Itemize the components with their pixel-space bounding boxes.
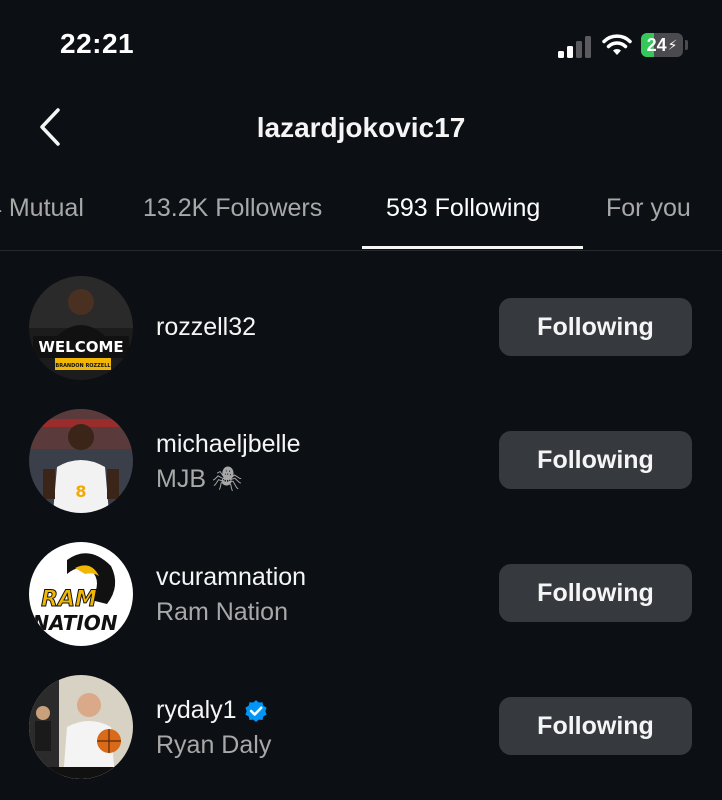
list-item[interactable]: 8 michaeljbelle MJB 🕷 Following bbox=[0, 383, 722, 516]
battery-cap bbox=[685, 40, 688, 50]
following-button[interactable]: Following bbox=[499, 697, 692, 755]
following-button[interactable]: Following bbox=[499, 431, 692, 489]
list-item[interactable]: rydaly1 Ryan Daly Following bbox=[0, 649, 722, 782]
following-button[interactable]: Following bbox=[499, 564, 692, 622]
following-button[interactable]: Following bbox=[499, 298, 692, 356]
avatar-text-ram: RAM bbox=[41, 587, 97, 612]
page-title: lazardjokovic17 bbox=[256, 112, 466, 143]
avatar[interactable] bbox=[29, 675, 133, 779]
avatar-text-nation: NATION bbox=[32, 611, 117, 635]
avatar[interactable]: RAM NATION bbox=[29, 542, 133, 646]
verified-badge-icon bbox=[244, 699, 267, 722]
username[interactable]: michaeljbelle bbox=[156, 430, 301, 459]
username[interactable]: rozzell32 bbox=[156, 313, 256, 342]
display-name-text: MJB bbox=[156, 465, 206, 493]
username[interactable]: rydaly1 bbox=[156, 696, 269, 725]
wifi-icon bbox=[602, 34, 632, 55]
spider-icon: 🕷 bbox=[212, 466, 243, 493]
avatar-text-name: BRANDON ROZZELL bbox=[55, 363, 111, 369]
following-list: WELCOME BRANDON ROZZELL rozzell32 Follow… bbox=[0, 250, 722, 782]
display-name: MJB 🕷 bbox=[156, 465, 242, 494]
display-name: Ryan Daly bbox=[156, 731, 272, 759]
avatar[interactable]: 8 bbox=[29, 409, 133, 513]
username[interactable]: vcuramnation bbox=[156, 563, 306, 592]
tab-followers[interactable]: 13.2K Followers bbox=[143, 194, 322, 223]
tab-for-you[interactable]: For you bbox=[606, 194, 691, 223]
list-item[interactable]: RAM NATION vcuramnation Ram Nation Follo… bbox=[0, 516, 722, 649]
tab-bar: 4 Mutual 13.2K Followers 593 Following F… bbox=[0, 170, 722, 251]
header: lazardjokovic17 bbox=[0, 90, 722, 170]
screen: 22:21 24 ⚡ lazardjokovic17 4 Mutua bbox=[0, 0, 722, 800]
list-item[interactable]: WELCOME BRANDON ROZZELL rozzell32 Follow… bbox=[0, 250, 722, 383]
status-bar: 22:21 24 ⚡ bbox=[0, 0, 722, 90]
battery-level: 24 bbox=[646, 34, 667, 55]
tab-mutual[interactable]: 4 Mutual bbox=[0, 194, 84, 223]
display-name: Ram Nation bbox=[156, 598, 288, 626]
battery-icon: 24 ⚡ bbox=[641, 33, 683, 57]
avatar-text-welcome: WELCOME bbox=[38, 338, 123, 356]
status-time: 22:21 bbox=[60, 28, 135, 59]
cellular-signal-icon bbox=[558, 36, 591, 58]
tab-following[interactable]: 593 Following bbox=[386, 194, 540, 223]
avatar[interactable]: WELCOME BRANDON ROZZELL bbox=[29, 276, 133, 380]
avatar-jersey-number: 8 bbox=[75, 482, 86, 501]
charging-bolt-icon: ⚡ bbox=[667, 36, 678, 53]
active-tab-indicator bbox=[362, 246, 583, 249]
username-text: rydaly1 bbox=[156, 696, 237, 724]
